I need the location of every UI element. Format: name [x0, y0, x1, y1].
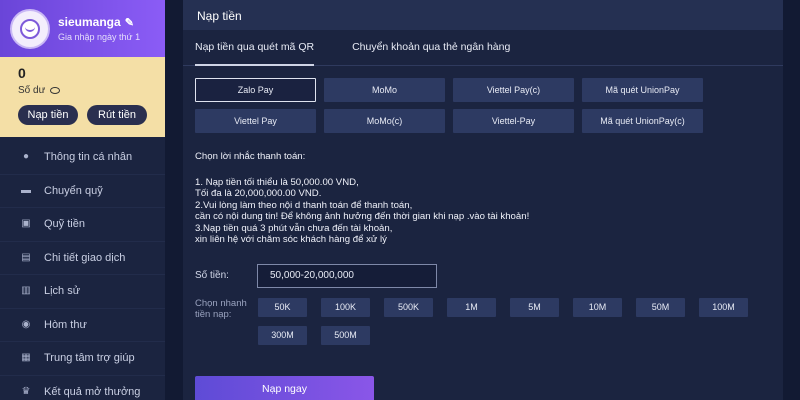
sidebar-menu: ● Thông tin cá nhân ▬ Chuyển quỹ ▣ Quỹ tiền…	[0, 141, 165, 400]
page-title: Nạp tiền	[183, 0, 783, 30]
wallet-icon: ▬	[21, 184, 31, 196]
note-line: Tối đa là 20,000,000.00 VND.	[195, 188, 322, 199]
sidebar-item-label: Hòm thư	[44, 318, 87, 331]
username: sieumanga	[58, 15, 121, 29]
sidebar-item-transactions[interactable]: ▤ Chi tiết giao dịch	[0, 242, 165, 275]
sidebar-item-label: Quỹ tiền	[44, 218, 85, 231]
sidebar-item-personal-info[interactable]: ● Thông tin cá nhân	[0, 141, 165, 175]
quick-amount-1m[interactable]: 1M	[447, 297, 496, 317]
method-unionpay-qr[interactable]: Mã quét UnionPay	[582, 78, 703, 102]
quick-amount-500m[interactable]: 500M	[321, 325, 370, 345]
note-line: 1. Nạp tiền tối thiểu là 50,000.00 VND,	[195, 176, 359, 188]
quick-amount-100m[interactable]: 100M	[699, 297, 748, 317]
sidebar-item-mailbox[interactable]: ◉ Hòm thư	[0, 309, 165, 342]
sidebar-item-label: Trung tâm trợ giúp	[44, 352, 135, 365]
quick-amount-grid: 50K 100K 500K 1M 5M 10M 50M 100M 300M 50…	[258, 297, 758, 345]
edit-icon[interactable]: ✎	[125, 16, 134, 29]
method-unionpay-qr-c[interactable]: Mã quét UnionPay(c)	[582, 109, 703, 133]
note-line: cần có nội dung tin! Để không ảnh hưởng …	[195, 211, 530, 222]
quick-amount-50m[interactable]: 50M	[636, 297, 685, 317]
sidebar-item-transfer[interactable]: ▬ Chuyển quỹ	[0, 175, 165, 208]
history-icon: ▥	[21, 285, 31, 297]
balance-label-row: Số dư	[18, 85, 147, 96]
sidebar-item-fund[interactable]: ▣ Quỹ tiền	[0, 208, 165, 242]
sidebar-item-history[interactable]: ▥ Lịch sử	[0, 275, 165, 309]
note-line: 3.Nạp tiền quá 3 phút vẫn chưa đến tài k…	[195, 222, 393, 234]
sidebar-item-label: Thông tin cá nhân	[44, 151, 133, 164]
quick-amount-section: Chọn nhanh tiền nạp: 50K 100K 500K 1M 5M…	[183, 297, 783, 345]
balance-amount: 0	[18, 65, 26, 81]
withdraw-button[interactable]: Rút tiền	[87, 105, 147, 125]
username-row: sieumanga ✎	[58, 15, 140, 29]
notes-title: Chọn lời nhắc thanh toán:	[195, 151, 306, 162]
method-momo[interactable]: MoMo	[324, 78, 445, 102]
deposit-tabs: Nạp tiền qua quét mã QR Chuyển khoản qua…	[183, 38, 783, 66]
sidebar-item-help[interactable]: ▦ Trung tâm trợ giúp	[0, 342, 165, 376]
balance-card: 0 Số dư Nạp tiền Rút tiền	[0, 57, 165, 137]
method-viettel-pay-dash[interactable]: Viettel-Pay	[453, 109, 574, 133]
avatar[interactable]	[10, 8, 50, 49]
balance-label: Số dư	[18, 85, 46, 96]
eye-icon[interactable]	[50, 87, 61, 94]
mailbox-icon: ◉	[21, 318, 31, 330]
quick-amount-50k[interactable]: 50K	[258, 297, 307, 317]
amount-row: Số tiền:	[183, 263, 783, 288]
method-momo-c[interactable]: MoMo(c)	[324, 109, 445, 133]
trophy-icon: ♛	[21, 385, 31, 397]
note-line: xin liên hệ với chăm sóc khách hàng để x…	[195, 234, 387, 245]
avatar-face-icon	[20, 18, 40, 39]
quick-amount-label: Chọn nhanh tiền nạp:	[195, 297, 247, 320]
deposit-panel: Nạp tiền Nạp tiền qua quét mã QR Chuyển …	[183, 0, 783, 400]
sidebar-item-label: Chuyển quỹ	[44, 184, 103, 197]
profile-info: sieumanga ✎ Gia nhập ngày thứ 1	[58, 15, 140, 42]
help-icon: ▦	[21, 352, 31, 364]
sidebar-item-label: Kết quả mở thưởng	[44, 385, 141, 398]
user-icon: ●	[22, 151, 30, 163]
sidebar: sieumanga ✎ Gia nhập ngày thứ 1 0 Số dư …	[0, 0, 165, 400]
payment-methods: Zalo Pay MoMo Viettel Pay(c) Mã quét Uni…	[183, 78, 783, 133]
deposit-button[interactable]: Nạp tiền	[18, 105, 78, 125]
document-icon: ▤	[21, 251, 31, 263]
quick-amount-10m[interactable]: 10M	[573, 297, 622, 317]
sidebar-item-label: Lịch sử	[44, 285, 81, 298]
sidebar-item-results[interactable]: ♛ Kết quả mở thưởng	[0, 376, 165, 400]
quick-amount-100k[interactable]: 100K	[321, 297, 370, 317]
amount-label: Số tiền:	[195, 270, 229, 281]
sidebar-item-label: Chi tiết giao dịch	[44, 251, 126, 264]
note-line: 2.Vui lòng làm theo nội d thanh toán để …	[195, 199, 413, 211]
payment-notes: Chọn lời nhắc thanh toán: 1. Nạp tiền tố…	[183, 151, 783, 246]
quick-amount-300m[interactable]: 300M	[258, 325, 307, 345]
balance-buttons: Nạp tiền Rút tiền	[18, 105, 147, 125]
method-viettel-pay[interactable]: Viettel Pay	[195, 109, 316, 133]
profile-header: sieumanga ✎ Gia nhập ngày thứ 1	[0, 0, 165, 57]
method-viettel-pay-c[interactable]: Viettel Pay(c)	[453, 78, 574, 102]
fund-icon: ▣	[21, 218, 31, 230]
method-zalo-pay[interactable]: Zalo Pay	[195, 78, 316, 102]
joined-text: Gia nhập ngày thứ 1	[58, 32, 141, 42]
quick-amount-5m[interactable]: 5M	[510, 297, 559, 317]
tab-bank-transfer[interactable]: Chuyển khoản qua thẻ ngân hàng	[352, 38, 510, 65]
tab-qr-deposit[interactable]: Nạp tiền qua quét mã QR	[195, 38, 315, 66]
submit-deposit-button[interactable]: Nạp ngay	[195, 376, 374, 400]
amount-input[interactable]	[257, 263, 437, 288]
quick-amount-500k[interactable]: 500K	[384, 297, 433, 317]
